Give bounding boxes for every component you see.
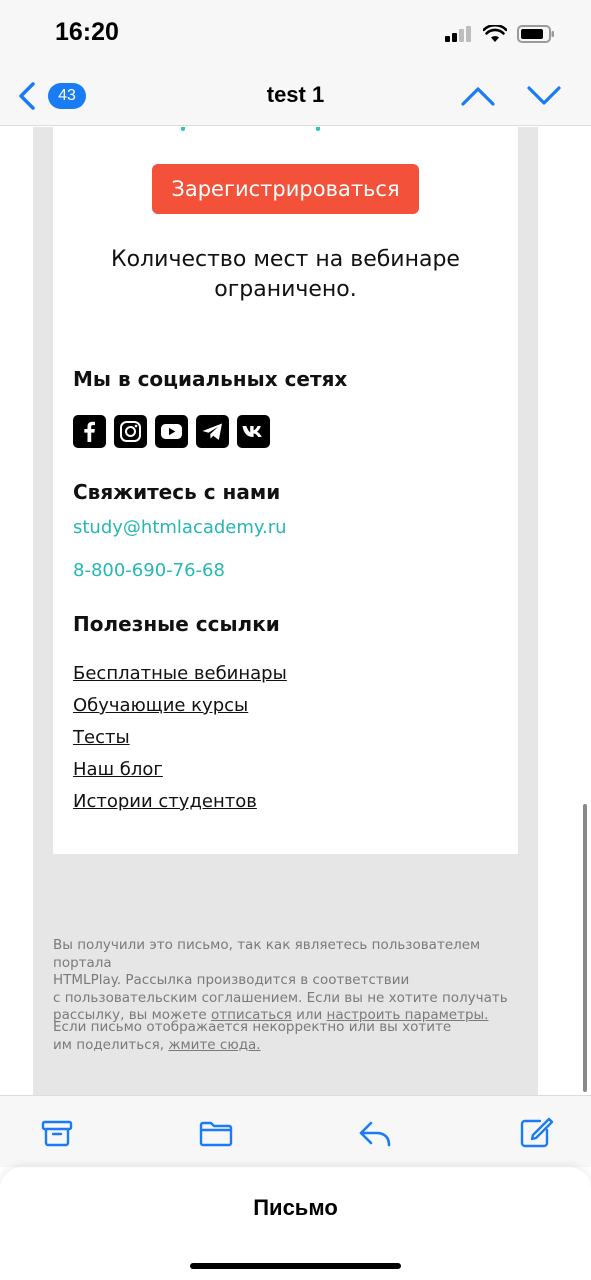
previous-message-icon[interactable] [460,84,496,108]
scrollbar[interactable] [583,804,587,1092]
seats-limited-line: ограничено. [214,277,357,302]
seats-limited-line: Количество мест на вебинаре [111,247,460,272]
social-section-title: Мы в социальных сетях [73,367,348,391]
reply-icon[interactable] [357,1116,393,1150]
link-tests[interactable]: Тесты [73,722,287,754]
youtube-icon[interactable] [155,415,188,448]
cellular-signal-icon [445,26,471,42]
cropped-decoration [316,127,320,131]
mail-toolbar [0,1095,591,1167]
status-icons [445,24,555,44]
status-bar: 16:20 [0,0,591,66]
contact-email-link[interactable]: study@htmlacademy.ru [73,517,287,538]
home-indicator [190,1263,401,1269]
link-courses[interactable]: Обучающие курсы [73,690,287,722]
social-icons-row [73,415,270,448]
battery-icon [517,25,554,43]
register-button[interactable]: Зарегистрироваться [152,164,419,214]
footer-line: Если письмо отображается некорректно или… [53,1019,452,1035]
instagram-icon[interactable] [114,415,147,448]
telegram-icon[interactable] [196,415,229,448]
mail-nav-bar: 43 test 1 [0,66,591,126]
cropped-decoration [181,127,185,131]
folder-icon[interactable] [198,1116,234,1150]
footer-line: HTMLPlay. Рассылка производится в соотве… [53,972,410,988]
link-free-webinars[interactable]: Бесплатные вебинары [73,658,287,690]
useful-links-title: Полезные ссылки [73,612,280,636]
sheet-title: Письмо [253,1195,338,1220]
seats-limited-text: Количество мест на вебинаре ограничено. [53,245,518,305]
status-time: 16:20 [55,18,119,46]
facebook-icon[interactable] [73,415,106,448]
next-message-icon[interactable] [526,84,562,108]
link-student-stories[interactable]: Истории студентов [73,786,287,818]
email-body[interactable]: Зарегистрироваться Количество мест на ве… [0,127,591,1095]
useful-links-list: Бесплатные вебинары Обучающие курсы Тест… [73,658,287,818]
message-sheet[interactable]: Письмо [0,1167,591,1280]
footer-line: с пользовательским соглашением. Если вы … [53,989,508,1006]
footer-line: им поделиться, жмите сюда. [53,1037,523,1055]
link-blog[interactable]: Наш блог [73,754,287,786]
wifi-icon [483,25,507,42]
archive-icon[interactable] [39,1116,75,1150]
footer-view-online: Если письмо отображается некорректно или… [53,1019,523,1054]
view-online-link[interactable]: жмите сюда. [168,1037,260,1053]
compose-icon[interactable] [518,1116,554,1150]
contact-phone-link[interactable]: 8-800-690-76-68 [73,560,225,581]
mail-subject-title: test 1 [266,82,325,107]
footer-notice: Вы получили это письмо, так как являетес… [53,937,523,1025]
contact-section-title: Свяжитесь с нами [73,480,281,504]
footer-line: Вы получили это письмо, так как являетес… [53,937,481,971]
footer-text: им поделиться, [53,1036,169,1053]
vk-icon[interactable] [237,415,270,448]
